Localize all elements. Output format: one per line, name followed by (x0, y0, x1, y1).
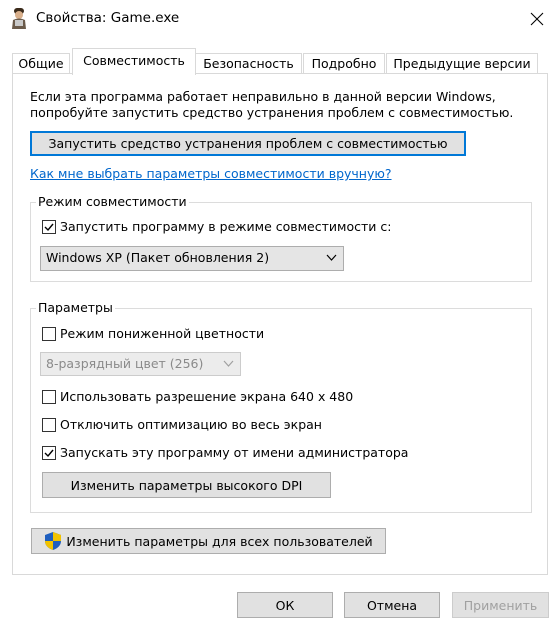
reduced-color-checkbox[interactable] (42, 327, 56, 341)
compat-mode-checkbox-label: Запустить программу в режиме совместимос… (60, 219, 392, 234)
chevron-down-icon (326, 254, 337, 261)
disable-fullscreen-opt-checkbox[interactable] (42, 418, 56, 432)
run-as-admin-label: Запускать эту программу от имени админис… (60, 445, 409, 460)
change-all-users-label: Изменить параметры для всех пользователе… (66, 533, 373, 549)
chevron-down-icon (223, 360, 234, 367)
window-title: Свойства: Game.exe (36, 10, 180, 26)
tab-compatibility[interactable]: Совместимость (72, 48, 196, 75)
resolution-640-checkbox[interactable] (42, 390, 56, 404)
apply-button[interactable]: Применить (452, 592, 549, 618)
color-depth-select[interactable]: 8-разрядный цвет (256) (40, 352, 241, 376)
apply-label: Применить (463, 597, 538, 613)
color-depth-value: 8-разрядный цвет (256) (46, 356, 204, 371)
intro-line-1: Если эта программа работает неправильно … (30, 89, 496, 104)
compat-mode-checkbox[interactable] (42, 220, 56, 234)
intro-text: Если эта программа работает неправильно … (30, 89, 540, 121)
resolution-640-label: Использовать разрешение экрана 640 x 480 (60, 389, 354, 404)
run-troubleshooter-label: Запустить средство устранения проблем с … (48, 136, 448, 151)
tab-previous-versions[interactable]: Предыдущие версии (386, 53, 538, 73)
reduced-color-label: Режим пониженной цветности (60, 326, 265, 341)
change-dpi-button[interactable]: Изменить параметры высокого DPI (42, 472, 331, 498)
run-as-admin-checkbox[interactable] (42, 446, 56, 460)
uac-shield-icon (45, 532, 62, 550)
manual-settings-link[interactable]: Как мне выбрать параметры совместимости … (30, 166, 392, 181)
change-dpi-label: Изменить параметры высокого DPI (70, 477, 303, 493)
cancel-label: Отмена (366, 597, 418, 613)
checkmark-icon (44, 223, 54, 232)
settings-group-label: Параметры (36, 300, 115, 315)
intro-line-2: попробуйте запустить средство устранения… (30, 105, 514, 120)
close-icon (530, 12, 544, 26)
checkmark-icon (44, 449, 54, 458)
change-all-users-button[interactable]: Изменить параметры для всех пользователе… (31, 528, 386, 554)
disable-fullscreen-opt-label: Отключить оптимизацию во весь экран (60, 417, 322, 432)
os-version-value: Windows XP (Пакет обновления 2) (46, 250, 270, 265)
os-version-select[interactable]: Windows XP (Пакет обновления 2) (40, 246, 344, 271)
tab-security[interactable]: Безопасность (195, 53, 302, 73)
app-icon (9, 7, 29, 29)
cancel-button[interactable]: Отмена (344, 592, 440, 618)
tab-strip: Общие Совместимость Безопасность Подробн… (12, 48, 548, 75)
run-troubleshooter-button[interactable]: Запустить средство устранения проблем с … (30, 131, 466, 156)
title-bar: Свойства: Game.exe (0, 0, 560, 38)
close-button[interactable] (514, 0, 560, 38)
compat-mode-group-label: Режим совместимости (36, 194, 189, 209)
tab-general[interactable]: Общие (12, 53, 70, 73)
ok-button[interactable]: ОК (237, 592, 333, 618)
tab-details[interactable]: Подробно (303, 53, 385, 73)
ok-label: ОК (275, 597, 295, 613)
